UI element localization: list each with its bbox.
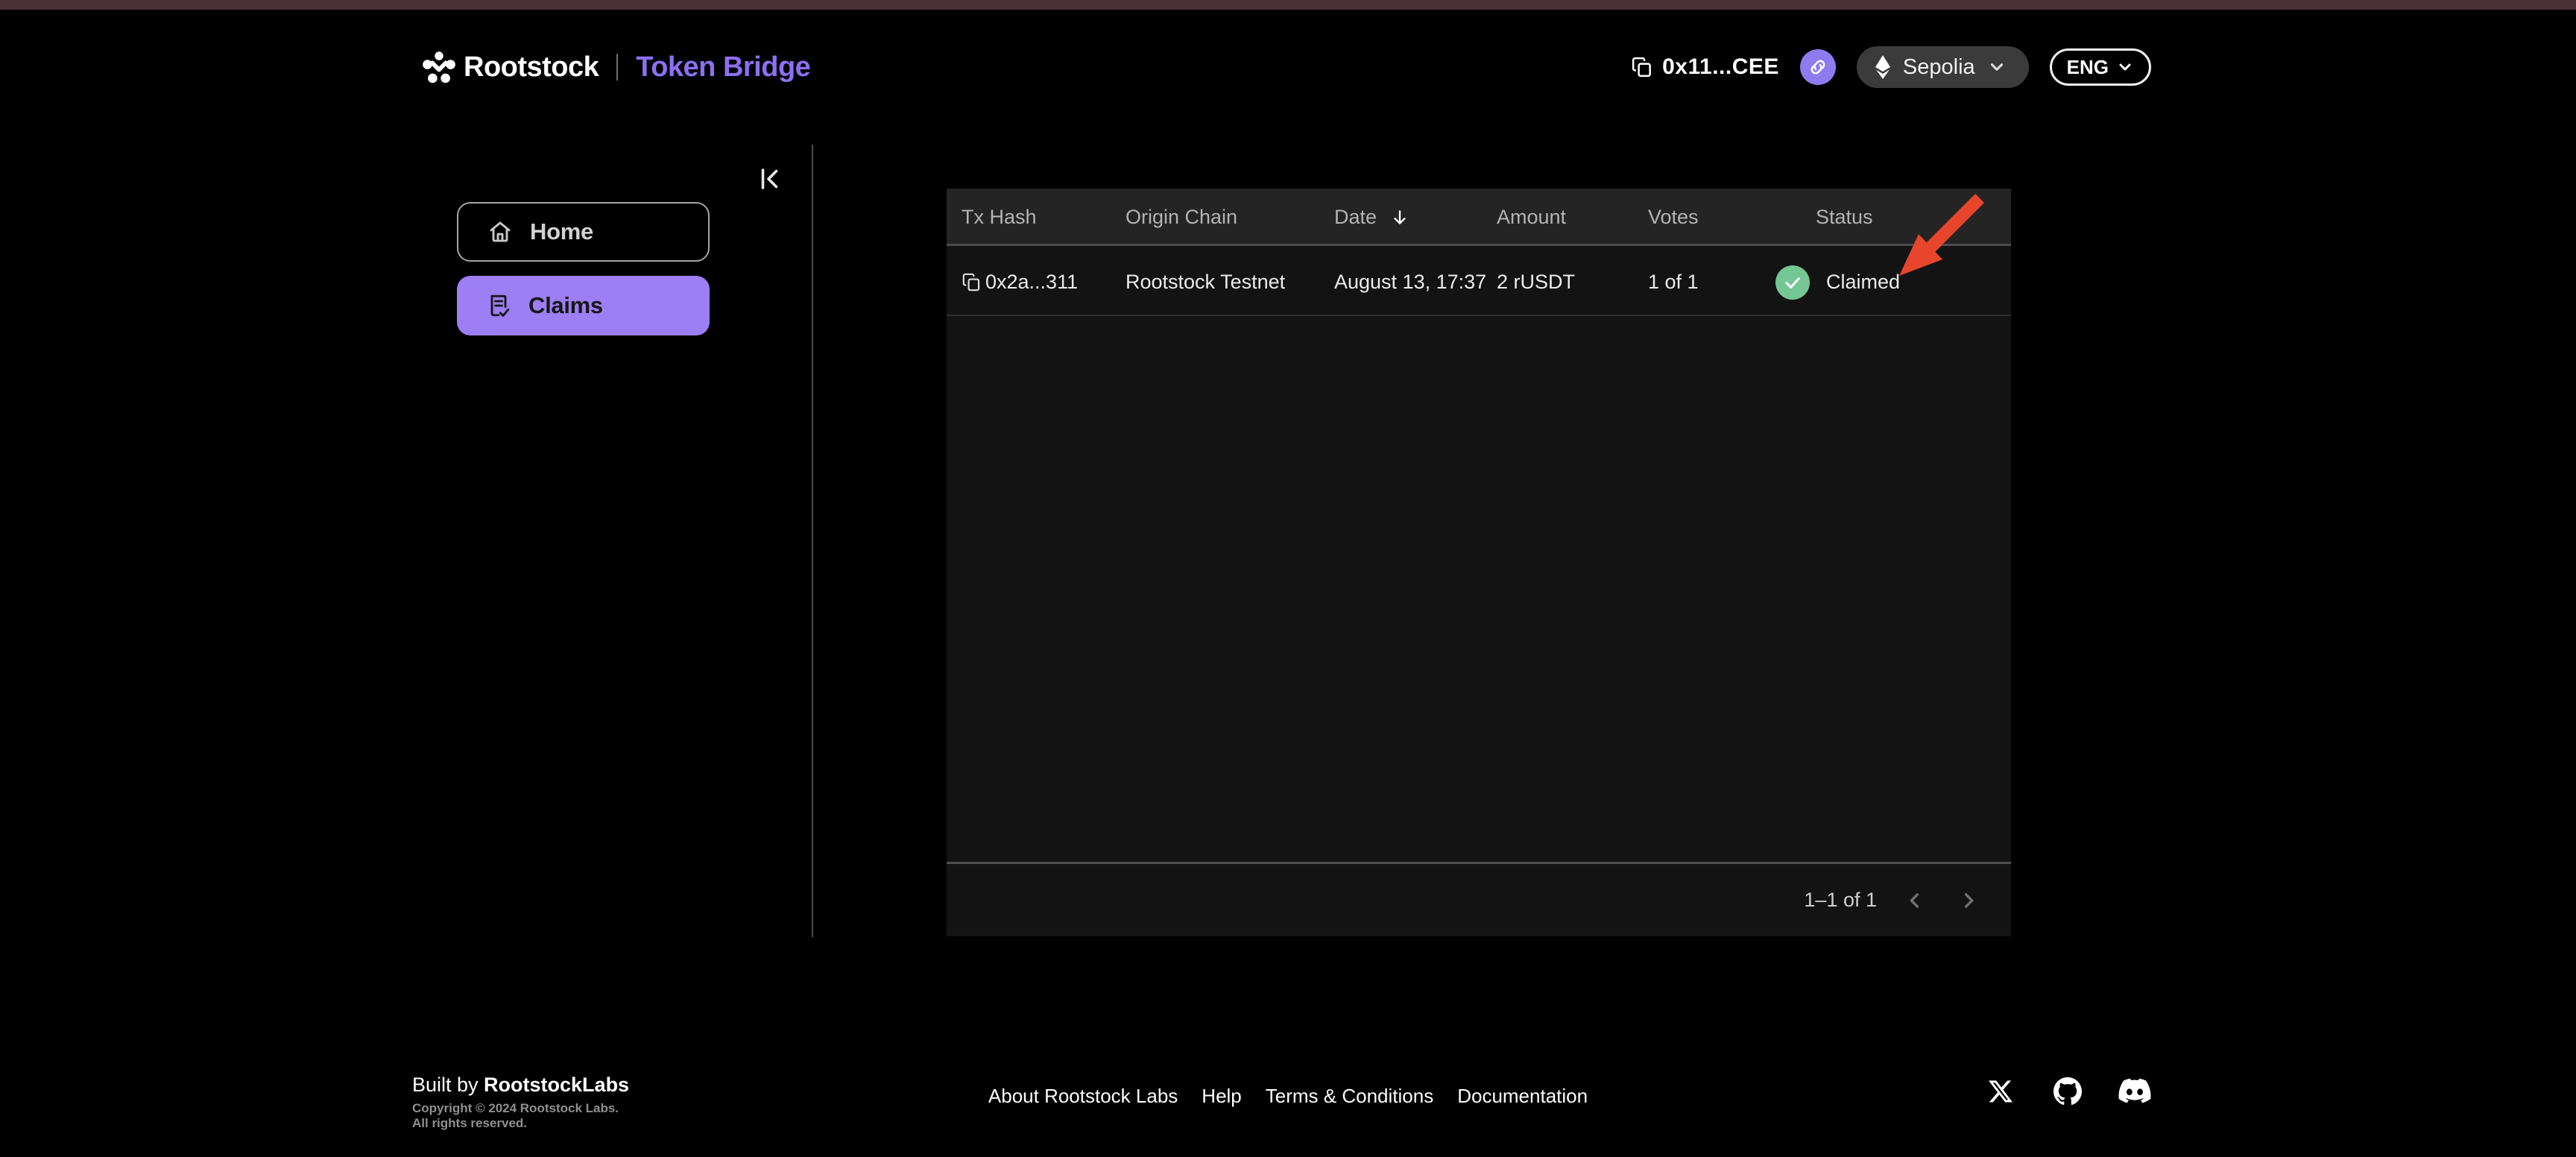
browser-top-strip xyxy=(0,0,2576,10)
tx-copy-button[interactable] xyxy=(962,248,982,316)
rootstock-logo-icon xyxy=(423,51,455,83)
footer-link-terms[interactable]: Terms & Conditions xyxy=(1266,1085,1433,1108)
token-bridge-app: Rootstock Token Bridge 0x11...CEE Sepoli… xyxy=(0,0,2576,1157)
sort-descending-icon[interactable] xyxy=(1390,208,1409,227)
column-header-status[interactable]: Status xyxy=(1816,189,1873,246)
collapse-left-icon xyxy=(761,168,778,189)
github-icon[interactable] xyxy=(2051,1075,2084,1108)
footer-link-documentation[interactable]: Documentation xyxy=(1457,1085,1588,1108)
check-icon xyxy=(1785,277,1800,289)
copy-icon xyxy=(962,273,980,291)
chevron-down-icon xyxy=(1990,63,2003,71)
status-label: Claimed xyxy=(1826,271,1901,293)
network-name: Sepolia xyxy=(1902,54,1975,79)
pagination-prev-button[interactable] xyxy=(1901,886,1929,915)
sidebar-item-home[interactable]: Home xyxy=(457,202,710,262)
column-header-amount[interactable]: Amount xyxy=(1497,189,1566,246)
pagination-next-button[interactable] xyxy=(1954,886,1983,915)
cell-origin-chain: Rootstock Testnet xyxy=(1126,271,1286,293)
chevron-down-icon xyxy=(2119,63,2131,71)
sidebar-item-label: Home xyxy=(530,218,593,245)
wallet-address-button[interactable]: 0x11...CEE xyxy=(1631,54,1779,80)
chevron-left-icon xyxy=(1910,893,1919,908)
footer-link-about[interactable]: About Rootstock Labs xyxy=(988,1085,1178,1108)
column-header-votes[interactable]: Votes xyxy=(1648,189,1699,246)
footer-links: About Rootstock Labs Help Terms & Condit… xyxy=(0,1085,2576,1108)
sidebar-item-claims[interactable]: Claims xyxy=(457,276,710,335)
sidebar-item-label: Claims xyxy=(528,292,603,318)
copy-icon[interactable] xyxy=(1631,56,1653,78)
header-actions: 0x11...CEE Sepolia ENG xyxy=(1631,43,2151,91)
column-header-date[interactable]: Date xyxy=(1334,189,1409,246)
cell-status: Claimed xyxy=(1775,248,1900,316)
table-header-row: Tx Hash Origin Chain Date Amount Votes S… xyxy=(947,189,2011,246)
footer-social-icons xyxy=(1984,1075,2151,1108)
claims-table: Tx Hash Origin Chain Date Amount Votes S… xyxy=(947,189,2011,936)
product-name: Token Bridge xyxy=(636,51,811,83)
cell-votes: 1 of 1 xyxy=(1648,271,1699,293)
footer-link-help[interactable]: Help xyxy=(1202,1085,1241,1108)
app-logo[interactable]: Rootstock Token Bridge xyxy=(422,45,811,89)
ethereum-icon xyxy=(1875,55,1890,79)
table-footer: 1–1 of 1 xyxy=(947,862,2011,936)
status-claimed-icon xyxy=(1775,265,1810,300)
cell-date: August 13, 17:37 xyxy=(1334,271,1487,293)
pagination-label: 1–1 of 1 xyxy=(1804,889,1877,911)
sidebar-divider xyxy=(812,145,813,937)
table-row[interactable]: 0x2a...311 Rootstock Testnet August 13, … xyxy=(947,248,2011,316)
discord-icon[interactable] xyxy=(2118,1075,2151,1108)
home-icon xyxy=(490,221,511,242)
network-selector[interactable]: Sepolia xyxy=(1856,46,2029,88)
claims-document-icon xyxy=(490,294,510,317)
column-header-tx-hash[interactable]: Tx Hash xyxy=(962,189,1037,246)
cell-tx-hash[interactable]: 0x2a...311 xyxy=(985,248,1078,316)
logo-divider xyxy=(616,54,619,81)
language-selector[interactable]: ENG xyxy=(2049,48,2151,86)
link-icon xyxy=(1811,60,1825,75)
wallet-connect-button[interactable] xyxy=(1799,49,1836,85)
wallet-address[interactable]: 0x11...CEE xyxy=(1662,54,1779,80)
language-selected: ENG xyxy=(2066,55,2109,78)
brand-name: Rootstock xyxy=(464,51,599,83)
column-header-origin-chain[interactable]: Origin Chain xyxy=(1126,189,1237,246)
sidebar-collapse-button[interactable] xyxy=(757,165,784,192)
cell-amount: 2 rUSDT xyxy=(1497,271,1576,293)
x-twitter-icon[interactable] xyxy=(1984,1075,2017,1108)
chevron-right-icon xyxy=(1964,893,1974,908)
